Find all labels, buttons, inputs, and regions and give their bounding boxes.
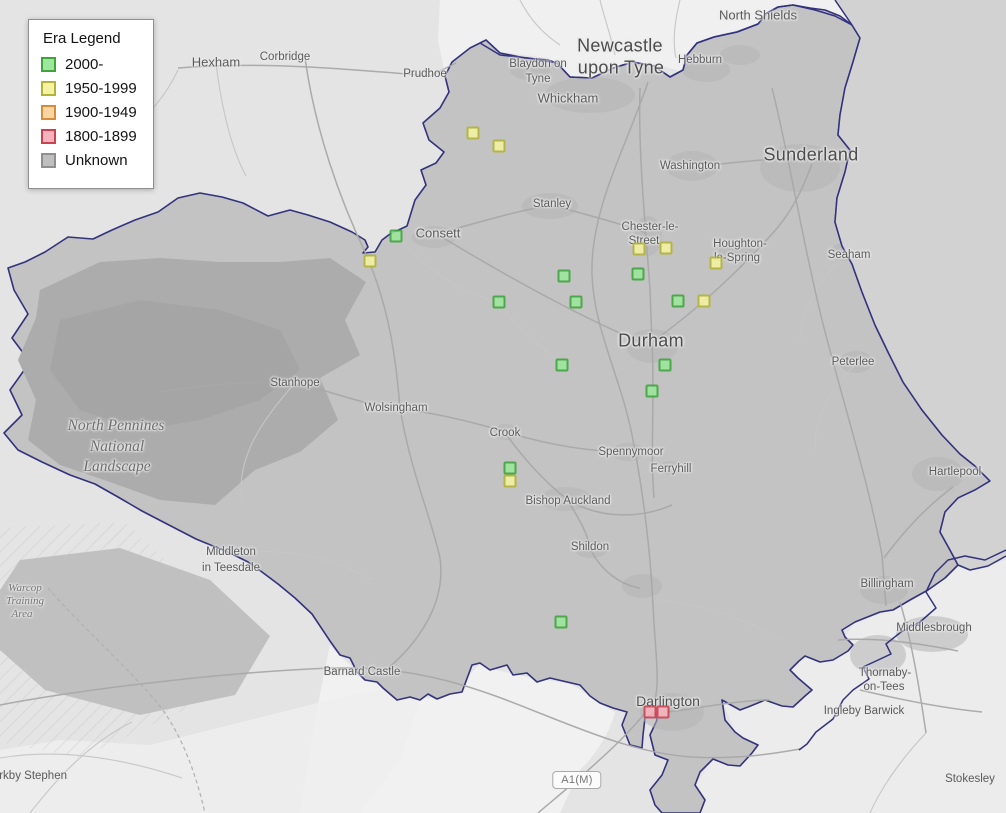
- legend-swatch-icon: [41, 81, 56, 96]
- legend-swatch-icon: [41, 57, 56, 72]
- era-marker[interactable]: [698, 295, 711, 308]
- era-marker[interactable]: [364, 255, 377, 268]
- era-marker[interactable]: [710, 257, 723, 270]
- era-marker[interactable]: [672, 295, 685, 308]
- legend-item: 2000-: [41, 56, 137, 73]
- legend-item: 1900-1949: [41, 104, 137, 121]
- era-marker[interactable]: [657, 706, 670, 719]
- legend-item-label: Unknown: [65, 152, 128, 169]
- era-marker[interactable]: [644, 706, 657, 719]
- era-marker[interactable]: [660, 242, 673, 255]
- legend-item: 1950-1999: [41, 80, 137, 97]
- era-marker[interactable]: [504, 462, 517, 475]
- era-marker[interactable]: [633, 243, 646, 256]
- era-marker[interactable]: [659, 359, 672, 372]
- era-marker[interactable]: [556, 359, 569, 372]
- legend-item-label: 1800-1899: [65, 128, 137, 145]
- era-marker[interactable]: [555, 616, 568, 629]
- era-marker[interactable]: [504, 475, 517, 488]
- era-legend: Era Legend 2000- 1950-1999 1900-1949 1800-1…: [28, 19, 154, 189]
- era-marker[interactable]: [467, 127, 480, 140]
- era-marker[interactable]: [570, 296, 583, 309]
- era-marker[interactable]: [390, 230, 403, 243]
- era-marker[interactable]: [632, 268, 645, 281]
- era-marker[interactable]: [646, 385, 659, 398]
- era-marker[interactable]: [493, 296, 506, 309]
- legend-item: 1800-1899: [41, 128, 137, 145]
- legend-item-label: 1900-1949: [65, 104, 137, 121]
- legend-swatch-icon: [41, 129, 56, 144]
- legend-item: Unknown: [41, 152, 137, 169]
- era-marker[interactable]: [558, 270, 571, 283]
- legend-item-label: 1950-1999: [65, 80, 137, 97]
- legend-title: Era Legend: [43, 30, 137, 47]
- legend-swatch-icon: [41, 153, 56, 168]
- map-canvas[interactable]: HexhamCorbridgePrudhoeBlaydon onTyneNewc…: [0, 0, 1006, 813]
- road-shield-a1m: A1(M): [552, 771, 601, 789]
- legend-item-label: 2000-: [65, 56, 103, 73]
- legend-items: 2000- 1950-1999 1900-1949 1800-1899 Unknown: [41, 56, 137, 169]
- era-marker[interactable]: [493, 140, 506, 153]
- legend-swatch-icon: [41, 105, 56, 120]
